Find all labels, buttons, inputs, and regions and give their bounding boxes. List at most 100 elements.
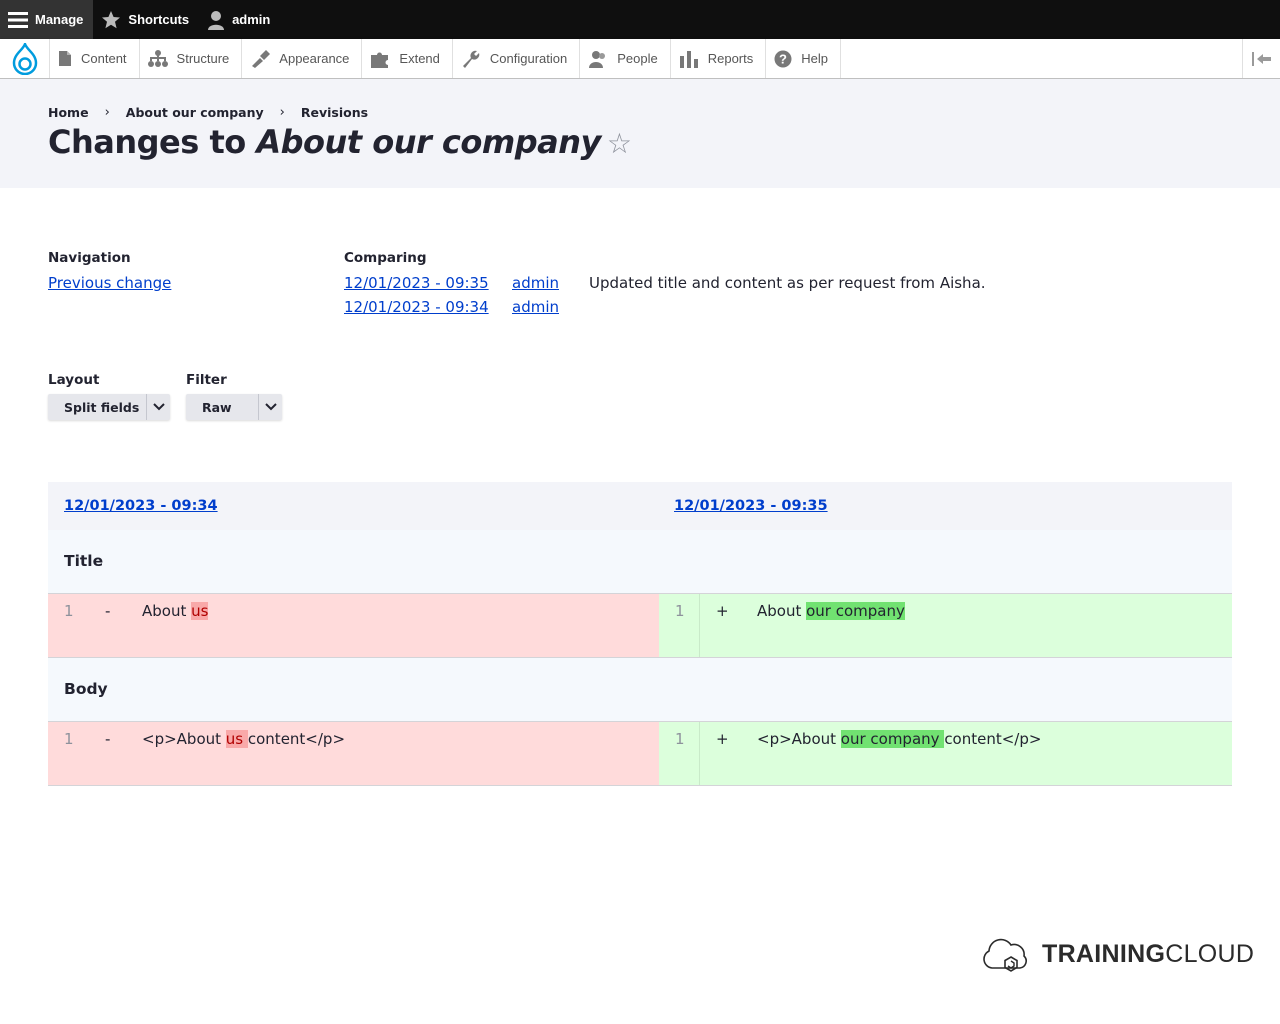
tray-item-label: Reports [707, 51, 754, 66]
wrench-icon [462, 50, 480, 68]
field-section-body: Body [48, 658, 1232, 722]
drupal-logo-icon[interactable] [0, 39, 50, 78]
filter-select-value: Raw [202, 399, 232, 415]
revision-author-link[interactable]: admin [512, 274, 559, 292]
unchanged-text: About [142, 602, 192, 620]
diff-deleted-side: 1 - About us [48, 594, 659, 657]
tray-item-label: Extend [399, 51, 440, 66]
cloud-logo-icon [983, 938, 1027, 972]
collapse-arrow-icon [1251, 51, 1271, 66]
line-number: 1 [675, 730, 685, 748]
deleted-text: us [191, 602, 209, 620]
comparing-label: Comparing [344, 250, 427, 266]
manage-label: Manage [35, 12, 84, 27]
navigation-label: Navigation [48, 250, 131, 266]
unchanged-text: About [757, 602, 807, 620]
tray-item-extend[interactable]: Extend [362, 39, 453, 78]
filter-label: Filter [186, 372, 227, 388]
diff-header: 12/01/2023 - 09:34 12/01/2023 - 09:35 [48, 482, 1232, 530]
tray-item-reports[interactable]: Reports [671, 39, 767, 78]
diff-row: 1 - About us 1 + About our company [48, 594, 1232, 658]
svg-text:?: ? [779, 51, 787, 66]
breadcrumb-separator-icon: › [104, 105, 110, 120]
diff-row: 1 - <p>About us content</p> 1 + <p>About… [48, 722, 1232, 786]
line-number: 1 [64, 730, 74, 748]
favorite-star-icon[interactable]: ☆ [607, 127, 632, 160]
brand-light: CLOUD [1165, 939, 1255, 968]
field-section-title: Title [48, 530, 1232, 594]
plus-sign: + [716, 730, 729, 748]
tray-item-structure[interactable]: Structure [140, 39, 243, 78]
star-icon [102, 10, 121, 28]
page-header: Home › About our company › Revisions Cha… [0, 79, 1280, 188]
line-number: 1 [675, 602, 685, 620]
hamburger-icon [8, 11, 28, 28]
unchanged-text: <p>About [142, 730, 226, 748]
diff-added-side: 1 + <p>About our company content</p> [659, 722, 1232, 785]
tray-item-label: Structure [176, 51, 230, 66]
page-title-node: About our company [256, 123, 601, 161]
field-name: Body [64, 680, 108, 698]
user-icon [208, 10, 225, 30]
left-revision-link[interactable]: 12/01/2023 - 09:34 [64, 498, 218, 514]
breadcrumb-revisions[interactable]: Revisions [301, 105, 368, 120]
plus-sign: + [716, 602, 729, 620]
field-name: Title [64, 552, 104, 570]
revision-date-link[interactable]: 12/01/2023 - 09:34 [344, 298, 489, 316]
shortcuts-label: Shortcuts [128, 12, 190, 27]
brand-wordmark: TRAININGCLOUD [1042, 940, 1254, 969]
revision-date-link[interactable]: 12/01/2023 - 09:35 [344, 274, 489, 292]
admin-tray: Content Structure Appearance Extend Conf… [0, 39, 1280, 79]
filter-select[interactable]: Raw [186, 394, 282, 420]
breadcrumb-separator-icon: › [279, 105, 285, 120]
bar-chart-icon [679, 50, 698, 68]
page-title: Changes to About our company ☆ [48, 123, 632, 161]
unchanged-text: content</p> [944, 730, 1042, 748]
sitemap-icon [147, 49, 168, 67]
diff-table: 12/01/2023 - 09:34 12/01/2023 - 09:35 Ti… [48, 482, 1232, 786]
tray-item-people[interactable]: People [580, 39, 671, 78]
question-icon: ? [774, 50, 792, 67]
shortcuts-tab[interactable]: Shortcuts [93, 0, 199, 39]
collapse-tray-button[interactable] [1242, 39, 1280, 78]
tray-item-label: Content [81, 51, 127, 66]
puzzle-icon [371, 52, 389, 68]
tray-item-configuration[interactable]: Configuration [453, 39, 581, 78]
diff-deleted-side: 1 - <p>About us content</p> [48, 722, 659, 785]
user-label: admin [232, 12, 271, 27]
revision-log-message: Updated title and content as per request… [589, 274, 986, 292]
chevron-down-icon [146, 394, 170, 420]
added-line: <p>About our company content</p> [757, 730, 1041, 748]
added-text: our company [806, 602, 905, 620]
file-icon [59, 51, 71, 66]
tray-item-appearance[interactable]: Appearance [242, 39, 363, 78]
user-tab[interactable]: admin [199, 0, 280, 39]
diff-added-side: 1 + About our company [659, 594, 1232, 657]
tray-item-label: Appearance [279, 51, 350, 66]
layout-select[interactable]: Split fields [48, 394, 170, 420]
unchanged-text: <p>About [757, 730, 841, 748]
breadcrumb-home[interactable]: Home [48, 105, 89, 120]
tray-item-help[interactable]: ? Help [766, 39, 841, 78]
breadcrumb: Home › About our company › Revisions [48, 105, 368, 120]
deleted-text: us [225, 730, 248, 748]
tray-item-label: Help [801, 51, 828, 66]
people-icon [589, 50, 606, 68]
brand-bold: TRAINING [1042, 939, 1166, 968]
added-line: About our company [757, 602, 905, 620]
breadcrumb-node[interactable]: About our company [126, 105, 264, 120]
trainingcloud-logo: TRAININGCLOUD [980, 934, 1254, 974]
added-text: our company [840, 730, 945, 748]
previous-change-link[interactable]: Previous change [48, 274, 171, 292]
deleted-line: About us [142, 602, 209, 620]
manage-tab[interactable]: Manage [0, 0, 94, 39]
page-title-prefix: Changes to [48, 123, 257, 161]
deleted-line: <p>About us content</p> [142, 730, 345, 748]
admin-toolbar: Manage Shortcuts admin [0, 0, 1280, 39]
right-revision-link[interactable]: 12/01/2023 - 09:35 [674, 498, 828, 514]
revision-author-link[interactable]: admin [512, 298, 559, 316]
tray-item-label: People [617, 51, 658, 66]
tray-item-content[interactable]: Content [50, 39, 140, 78]
unchanged-text: content</p> [247, 730, 346, 748]
layout-label: Layout [48, 372, 100, 388]
